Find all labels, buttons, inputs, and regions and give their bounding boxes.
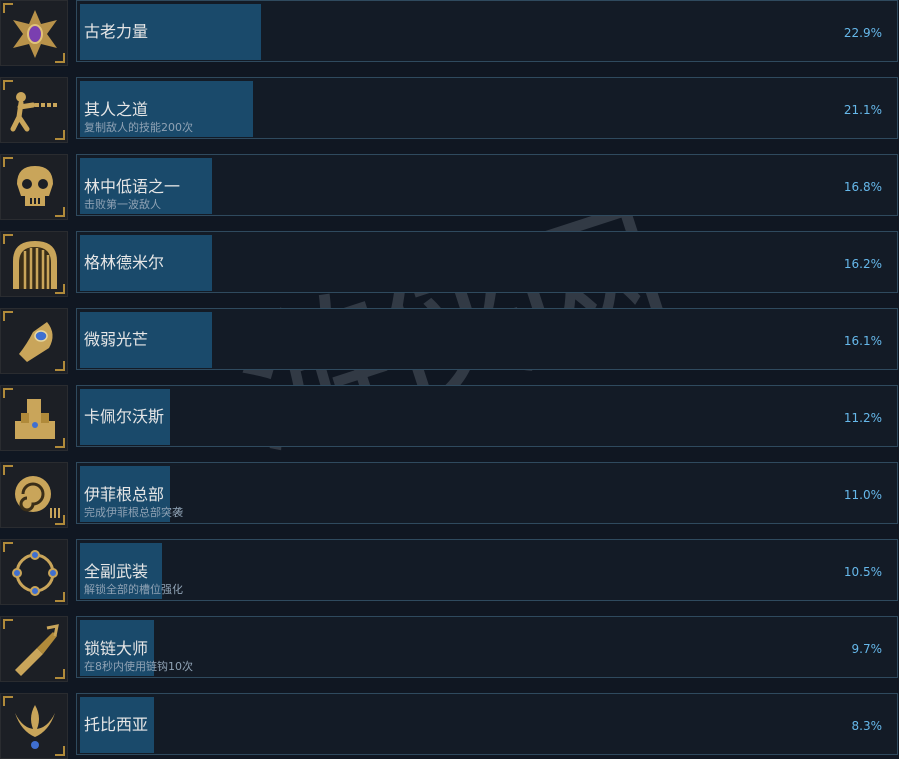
gem-claw-icon: [0, 308, 68, 374]
achievement-name: 卡佩尔沃斯: [84, 407, 165, 426]
achievement-row: 其人之道 复制敌人的技能200次 21.1%: [0, 77, 899, 143]
achievement-description: 完成伊菲根总部突袭: [84, 506, 183, 519]
achievement-percent: 10.5%: [843, 565, 882, 579]
achievement-name: 全副武装: [84, 562, 149, 581]
achievement-row: 林中低语之一 击败第一波敌人 16.8%: [0, 154, 899, 220]
skull-icon: [0, 154, 68, 220]
achievement-name: 伊菲根总部: [84, 485, 165, 504]
achievement-panel: 格林德米尔 16.2%: [76, 231, 898, 293]
achievement-panel: 古老力量 22.9%: [76, 0, 898, 62]
achievement-panel: 锁链大师 在8秒内使用链钩10次 9.7%: [76, 616, 898, 678]
achievement-row: 卡佩尔沃斯 11.2%: [0, 385, 899, 451]
achievement-percent: 16.2%: [843, 257, 882, 271]
achievement-panel: 其人之道 复制敌人的技能200次 21.1%: [76, 77, 898, 139]
achievement-row: 伊菲根总部 完成伊菲根总部突袭 11.0%: [0, 462, 899, 528]
achievement-name: 微弱光芒: [84, 330, 149, 349]
achievement-panel: 全副武装 解锁全部的槽位强化 10.5%: [76, 539, 898, 601]
castle-icon: [0, 385, 68, 451]
achievement-name: 托比西亚: [84, 715, 149, 734]
gate-icon: [0, 231, 68, 297]
chain-fighter-icon: [0, 77, 68, 143]
achievement-panel: 林中低语之一 击败第一波敌人 16.8%: [76, 154, 898, 216]
achievement-panel: 卡佩尔沃斯 11.2%: [76, 385, 898, 447]
achievement-panel: 伊菲根总部 完成伊菲根总部突袭 11.0%: [76, 462, 898, 524]
achievement-row: 格林德米尔 16.2%: [0, 231, 899, 297]
achievement-name: 格林德米尔: [84, 253, 165, 272]
achievement-description: 解锁全部的槽位强化: [84, 583, 183, 596]
spiral-icon: [0, 462, 68, 528]
achievement-panel: 微弱光芒 16.1%: [76, 308, 898, 370]
achievement-name: 古老力量: [84, 22, 149, 41]
achievement-row: 微弱光芒 16.1%: [0, 308, 899, 374]
amulet-gem-icon: [0, 0, 68, 66]
achievement-percent: 11.2%: [843, 411, 882, 425]
achievement-panel: 托比西亚 8.3%: [76, 693, 898, 755]
achievement-percent: 21.1%: [843, 103, 882, 117]
achievement-name: 其人之道: [84, 100, 149, 119]
achievement-percent: 9.7%: [851, 642, 883, 656]
achievement-percent: 11.0%: [843, 488, 882, 502]
achievement-description: 复制敌人的技能200次: [84, 121, 193, 134]
chain-hook-icon: [0, 616, 68, 682]
crest-icon: [0, 693, 68, 759]
achievement-percent: 22.9%: [843, 26, 882, 40]
achievement-row: 古老力量 22.9%: [0, 0, 899, 66]
achievement-description: 在8秒内使用链钩10次: [84, 660, 193, 673]
achievement-name: 锁链大师: [84, 639, 149, 658]
achievement-percent: 8.3%: [851, 719, 883, 733]
achievement-row: 锁链大师 在8秒内使用链钩10次 9.7%: [0, 616, 899, 682]
achievement-row: 托比西亚 8.3%: [0, 693, 899, 759]
achievement-description: 击败第一波敌人: [84, 198, 161, 211]
ring-of-gems-icon: [0, 539, 68, 605]
achievement-name: 林中低语之一: [84, 177, 181, 196]
achievement-percent: 16.1%: [843, 334, 882, 348]
achievement-percent: 16.8%: [843, 180, 882, 194]
achievement-row: 全副武装 解锁全部的槽位强化 10.5%: [0, 539, 899, 605]
